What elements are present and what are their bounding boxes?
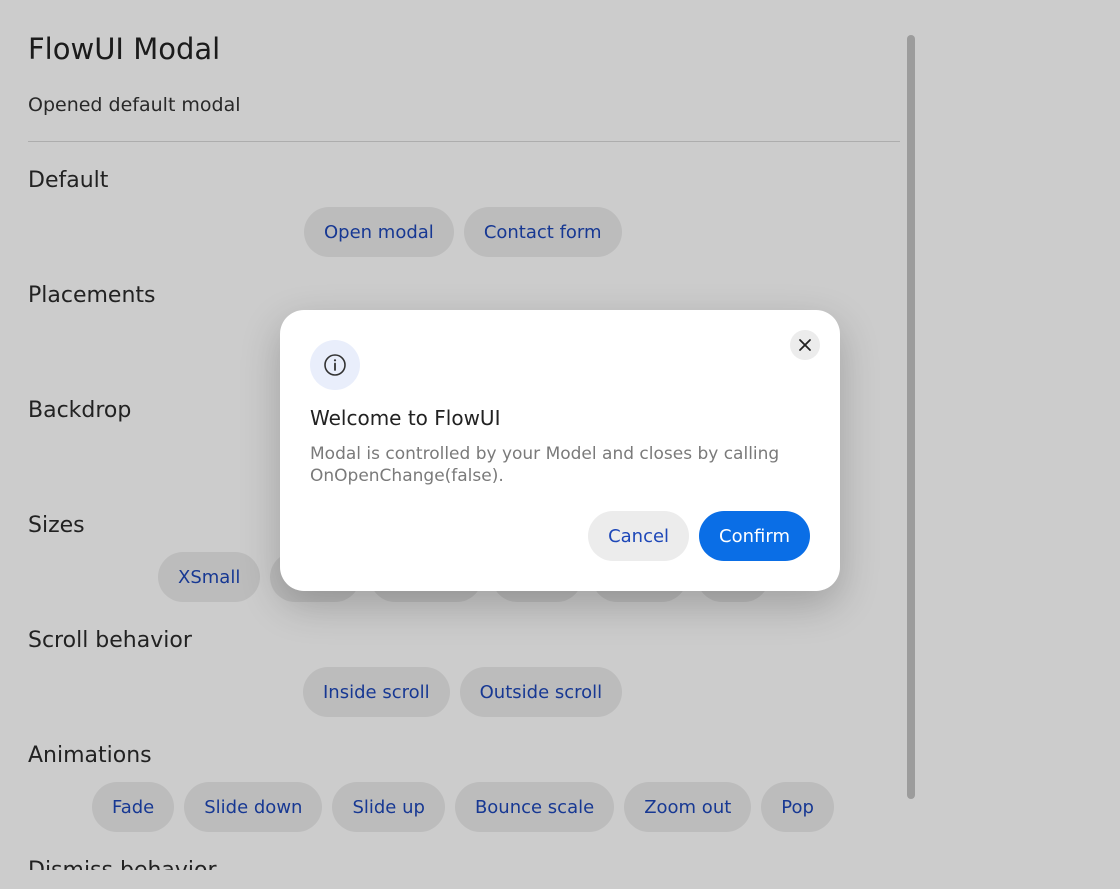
info-icon-glyph — [324, 354, 346, 376]
cancel-button[interactable]: Cancel — [588, 511, 690, 561]
modal-title: Welcome to FlowUI — [310, 406, 501, 430]
modal-actions: Cancel Confirm — [588, 511, 810, 561]
modal-body-text: Modal is controlled by your Model and cl… — [310, 444, 780, 486]
close-icon — [799, 339, 811, 351]
info-icon — [310, 340, 360, 390]
confirm-button[interactable]: Confirm — [699, 511, 810, 561]
modal-dialog: Welcome to FlowUI Modal is controlled by… — [280, 310, 840, 591]
close-button[interactable] — [790, 330, 820, 360]
